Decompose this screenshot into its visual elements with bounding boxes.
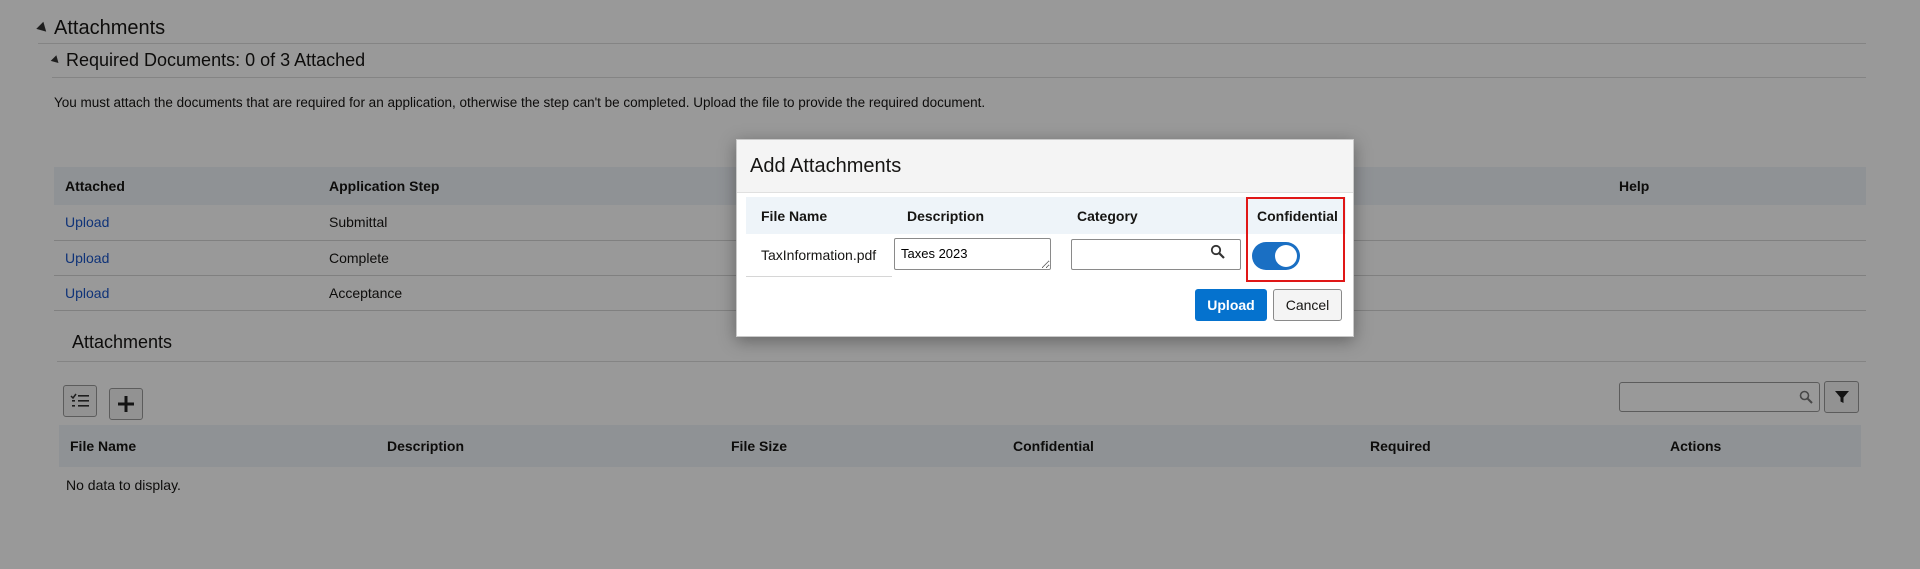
highlight-box — [1246, 197, 1345, 282]
file-name: TaxInformation.pdf — [761, 247, 877, 263]
row-divider — [746, 276, 892, 277]
column-header: File Name — [746, 197, 892, 234]
cancel-button[interactable]: Cancel — [1273, 289, 1342, 321]
add-attachments-dialog: Add Attachments File Name Description Ca… — [736, 139, 1354, 337]
upload-button[interactable]: Upload — [1195, 289, 1267, 321]
description-input[interactable]: Taxes 2023 — [894, 238, 1051, 270]
column-header: Category — [1062, 197, 1245, 234]
search-icon[interactable] — [1210, 244, 1226, 260]
column-header: Description — [892, 197, 1062, 234]
dialog-title: Add Attachments — [737, 140, 1353, 193]
